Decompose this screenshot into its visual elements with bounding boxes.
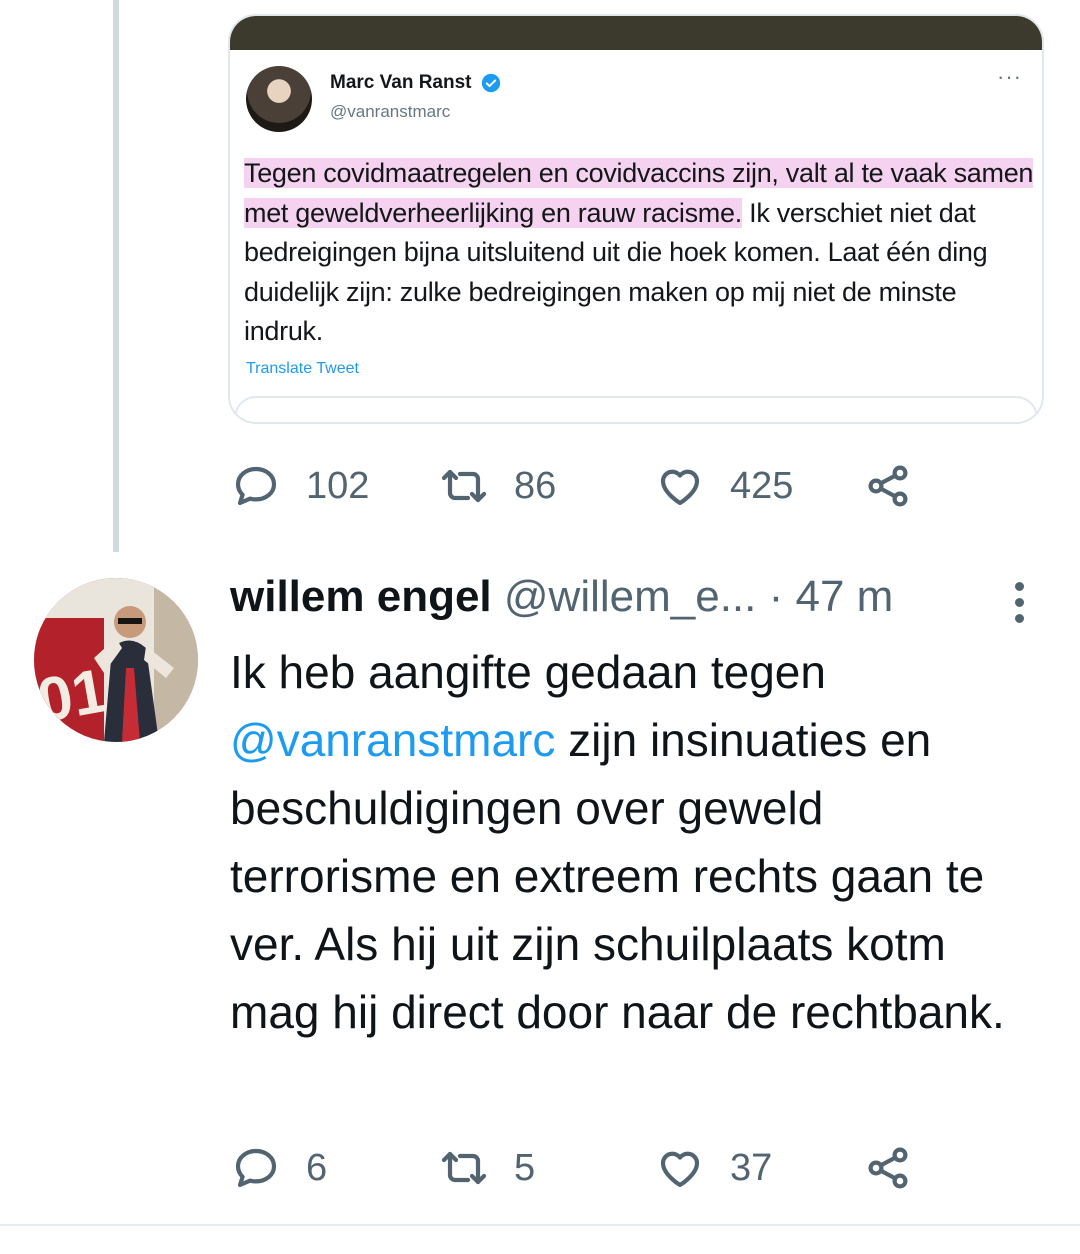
- like-button[interactable]: 425: [656, 460, 793, 512]
- like-count: 37: [730, 1146, 773, 1189]
- tweet2-header: willem engel @willem_e... · 47 m: [230, 572, 1040, 622]
- retweet-count: 5: [514, 1146, 536, 1189]
- quoted-inner-card-edge: [234, 396, 1038, 422]
- retweet-icon: [441, 1151, 487, 1185]
- more-icon[interactable]: [1010, 578, 1030, 628]
- quoted-more-icon: ···: [997, 64, 1022, 89]
- mention-link[interactable]: @vanranstmarc: [230, 714, 555, 766]
- reply-button[interactable]: 6: [232, 1142, 327, 1194]
- avatar[interactable]: 010: [34, 578, 198, 742]
- share-button[interactable]: [864, 460, 912, 512]
- heart-icon: [660, 1151, 700, 1188]
- verified-badge-icon: [481, 73, 500, 93]
- retweet-count: 86: [514, 464, 557, 507]
- thread-connector-line: [113, 0, 119, 552]
- reply-count: 6: [306, 1146, 328, 1189]
- heart-icon: [660, 469, 700, 506]
- reply-icon: [235, 466, 277, 506]
- author-handle[interactable]: @willem_e...: [504, 572, 757, 621]
- like-count: 425: [730, 464, 794, 507]
- avatar-image: 010: [34, 578, 198, 742]
- tweet1-action-bar: 102 86 425: [232, 460, 952, 512]
- share-icon: [868, 1147, 908, 1189]
- author-name[interactable]: willem engel: [230, 572, 492, 621]
- quoted-tweet-image[interactable]: Marc Van Ranst @vanranstmarc ··· Tegen c…: [228, 14, 1044, 424]
- tweet-text-part: Ik heb aangifte gedaan tegen: [230, 646, 826, 698]
- translate-tweet-link: Translate Tweet: [246, 360, 359, 377]
- reply-button[interactable]: 102: [232, 460, 369, 512]
- reply-icon: [235, 1148, 277, 1188]
- image-top-bar: [230, 16, 1042, 50]
- quoted-author-avatar: [246, 66, 312, 132]
- tweet2-text: Ik heb aangifte gedaan tegen @vanranstma…: [230, 638, 1040, 1046]
- quoted-tweet-text: Tegen covidmaatregelen en covidvaccins z…: [244, 154, 1034, 352]
- retweet-icon: [441, 469, 487, 503]
- tweet-divider: [0, 1224, 1080, 1226]
- like-button[interactable]: 37: [656, 1142, 772, 1194]
- share-button[interactable]: [864, 1142, 912, 1194]
- share-icon: [868, 465, 908, 507]
- quoted-author-handle: @vanranstmarc: [330, 102, 451, 121]
- reply-count: 102: [306, 464, 370, 507]
- retweet-button[interactable]: 86: [440, 460, 556, 512]
- tweet-timestamp[interactable]: · 47 m: [769, 572, 894, 621]
- retweet-button[interactable]: 5: [440, 1142, 535, 1194]
- quoted-author-name-text: Marc Van Ranst: [330, 72, 472, 93]
- tweet2-action-bar: 6 5 37: [232, 1142, 952, 1194]
- quoted-author-name: Marc Van Ranst: [330, 72, 501, 94]
